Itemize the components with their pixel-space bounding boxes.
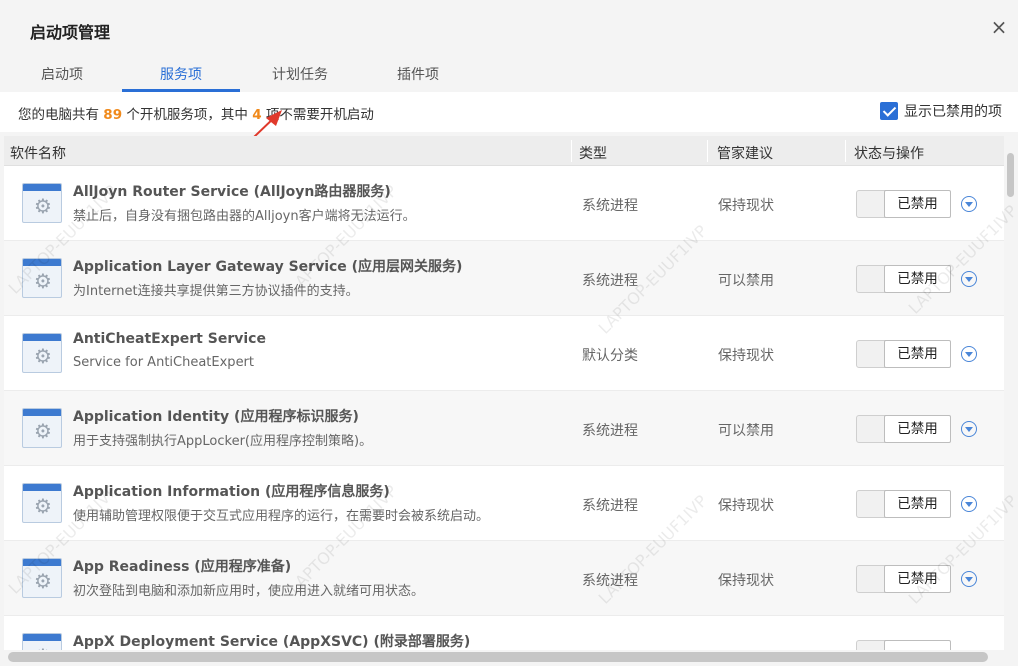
service-advice: 保持现状 bbox=[718, 498, 774, 514]
service-advice: 可以禁用 bbox=[718, 273, 774, 289]
title-bar: 启动项管理 × bbox=[0, 0, 1018, 56]
table-row[interactable]: ⚙ AppX Deployment Service (AppXSVC) (附录部… bbox=[4, 616, 1004, 650]
service-icon: ⚙ bbox=[22, 258, 62, 298]
service-type: 系统进程 bbox=[582, 573, 638, 589]
startup-manager-window: 启动项管理 × 启动项 服务项 计划任务 插件项 您的电脑共有 89 个开机服务… bbox=[0, 0, 1018, 666]
tab-bar: 启动项 服务项 计划任务 插件项 bbox=[0, 56, 1018, 92]
status-toggle[interactable]: 已禁用 bbox=[856, 490, 951, 518]
table-row[interactable]: ⚙ AllJoyn Router Service (AllJoyn路由器服务) … bbox=[4, 166, 1004, 241]
show-disabled-label: 显示已禁用的项 bbox=[904, 104, 1002, 120]
chevron-down-icon[interactable] bbox=[961, 496, 977, 512]
service-name: Application Identity (应用程序标识服务) bbox=[73, 409, 359, 425]
status-label: 已禁用 bbox=[884, 190, 951, 218]
summary-total: 89 bbox=[103, 107, 123, 123]
header-divider bbox=[571, 140, 572, 162]
service-description: 为Internet连接共享提供第三方协议插件的支持。 bbox=[73, 284, 359, 299]
status-label: 已禁用 bbox=[884, 490, 951, 518]
table-row[interactable]: ⚙ Application Identity (应用程序标识服务) 用于支持强制… bbox=[4, 391, 1004, 466]
service-name: AppX Deployment Service (AppXSVC) (附录部署服… bbox=[73, 634, 471, 650]
tab-scheduled-tasks[interactable]: 计划任务 bbox=[250, 64, 350, 92]
status-label: 已禁用 bbox=[884, 265, 951, 293]
service-description: 用于支持强制执行AppLocker(应用程序控制策略)。 bbox=[73, 434, 373, 449]
service-description: 使用辅助管理权限便于交互式应用程序的运行，在需要时会被系统启动。 bbox=[73, 509, 490, 524]
checkmark-icon[interactable] bbox=[880, 102, 898, 120]
service-name: Application Layer Gateway Service (应用层网关… bbox=[73, 259, 463, 275]
service-name: App Readiness (应用程序准备) bbox=[73, 559, 292, 575]
summary-prefix: 您的电脑共有 bbox=[18, 107, 99, 123]
close-icon[interactable]: × bbox=[988, 16, 1010, 38]
table-row[interactable]: ⚙ Application Information (应用程序信息服务) 使用辅… bbox=[4, 466, 1004, 541]
tab-plugins[interactable]: 插件项 bbox=[368, 64, 468, 92]
summary-bar: 您的电脑共有 89 个开机服务项，其中 4 项不需要开机启动 显示已禁用的项 bbox=[0, 92, 1018, 132]
service-icon: ⚙ bbox=[22, 408, 62, 448]
services-list: ⚙ AllJoyn Router Service (AllJoyn路由器服务) … bbox=[4, 166, 1004, 650]
status-toggle[interactable] bbox=[856, 640, 951, 650]
service-advice: 保持现状 bbox=[718, 348, 774, 364]
service-icon: ⚙ bbox=[22, 183, 62, 223]
table-row[interactable]: ⚙ App Readiness (应用程序准备) 初次登陆到电脑和添加新应用时，… bbox=[4, 541, 1004, 616]
vertical-scrollbar[interactable] bbox=[1006, 136, 1016, 650]
header-divider bbox=[845, 140, 846, 162]
status-toggle[interactable]: 已禁用 bbox=[856, 190, 951, 218]
chevron-down-icon[interactable] bbox=[961, 421, 977, 437]
chevron-down-icon[interactable] bbox=[961, 346, 977, 362]
table-header: 软件名称 类型 管家建议 状态与操作 bbox=[4, 136, 1004, 166]
service-advice: 保持现状 bbox=[718, 573, 774, 589]
vertical-scroll-thumb[interactable] bbox=[1007, 153, 1014, 197]
chevron-down-icon[interactable] bbox=[961, 196, 977, 212]
status-toggle[interactable]: 已禁用 bbox=[856, 415, 951, 443]
table-row[interactable]: ⚙ AntiCheatExpert Service Service for An… bbox=[4, 316, 1004, 391]
service-advice: 可以禁用 bbox=[718, 423, 774, 439]
status-label: 已禁用 bbox=[884, 340, 951, 368]
table-row[interactable]: ⚙ Application Layer Gateway Service (应用层… bbox=[4, 241, 1004, 316]
status-label: 已禁用 bbox=[884, 565, 951, 593]
header-divider bbox=[707, 140, 708, 162]
header-status: 状态与操作 bbox=[854, 146, 924, 162]
tab-startup[interactable]: 启动项 bbox=[18, 64, 106, 92]
tab-services[interactable]: 服务项 bbox=[122, 64, 240, 92]
service-type: 系统进程 bbox=[582, 423, 638, 439]
service-type: 默认分类 bbox=[582, 348, 638, 364]
status-toggle[interactable]: 已禁用 bbox=[856, 565, 951, 593]
horizontal-scroll-thumb[interactable] bbox=[8, 652, 988, 662]
service-type: 系统进程 bbox=[582, 198, 638, 214]
status-toggle[interactable]: 已禁用 bbox=[856, 340, 951, 368]
chevron-down-icon[interactable] bbox=[961, 571, 977, 587]
service-type: 系统进程 bbox=[582, 498, 638, 514]
service-icon: ⚙ bbox=[22, 483, 62, 523]
header-name: 软件名称 bbox=[10, 146, 66, 162]
service-description: 禁止后，自身没有捆包路由器的Alljoyn客户端将无法运行。 bbox=[73, 209, 416, 224]
service-name: AntiCheatExpert Service bbox=[73, 331, 266, 347]
service-advice: 保持现状 bbox=[718, 198, 774, 214]
service-description: Service for AntiCheatExpert bbox=[73, 355, 255, 370]
header-type: 类型 bbox=[579, 146, 607, 162]
summary-text: 您的电脑共有 89 个开机服务项，其中 4 项不需要开机启动 bbox=[18, 103, 374, 123]
window-title: 启动项管理 bbox=[30, 23, 111, 42]
service-name: AllJoyn Router Service (AllJoyn路由器服务) bbox=[73, 184, 391, 200]
service-icon: ⚙ bbox=[22, 558, 62, 598]
service-icon: ⚙ bbox=[22, 633, 62, 650]
service-icon: ⚙ bbox=[22, 333, 62, 373]
status-label bbox=[884, 640, 951, 650]
show-disabled-checkbox[interactable]: 显示已禁用的项 bbox=[880, 101, 1002, 121]
status-label: 已禁用 bbox=[884, 415, 951, 443]
status-toggle[interactable]: 已禁用 bbox=[856, 265, 951, 293]
header-advice: 管家建议 bbox=[717, 146, 773, 162]
chevron-down-icon[interactable] bbox=[961, 271, 977, 287]
service-name: Application Information (应用程序信息服务) bbox=[73, 484, 390, 500]
service-description: 初次登陆到电脑和添加新应用时，使应用进入就绪可用状态。 bbox=[73, 584, 425, 599]
service-type: 系统进程 bbox=[582, 273, 638, 289]
